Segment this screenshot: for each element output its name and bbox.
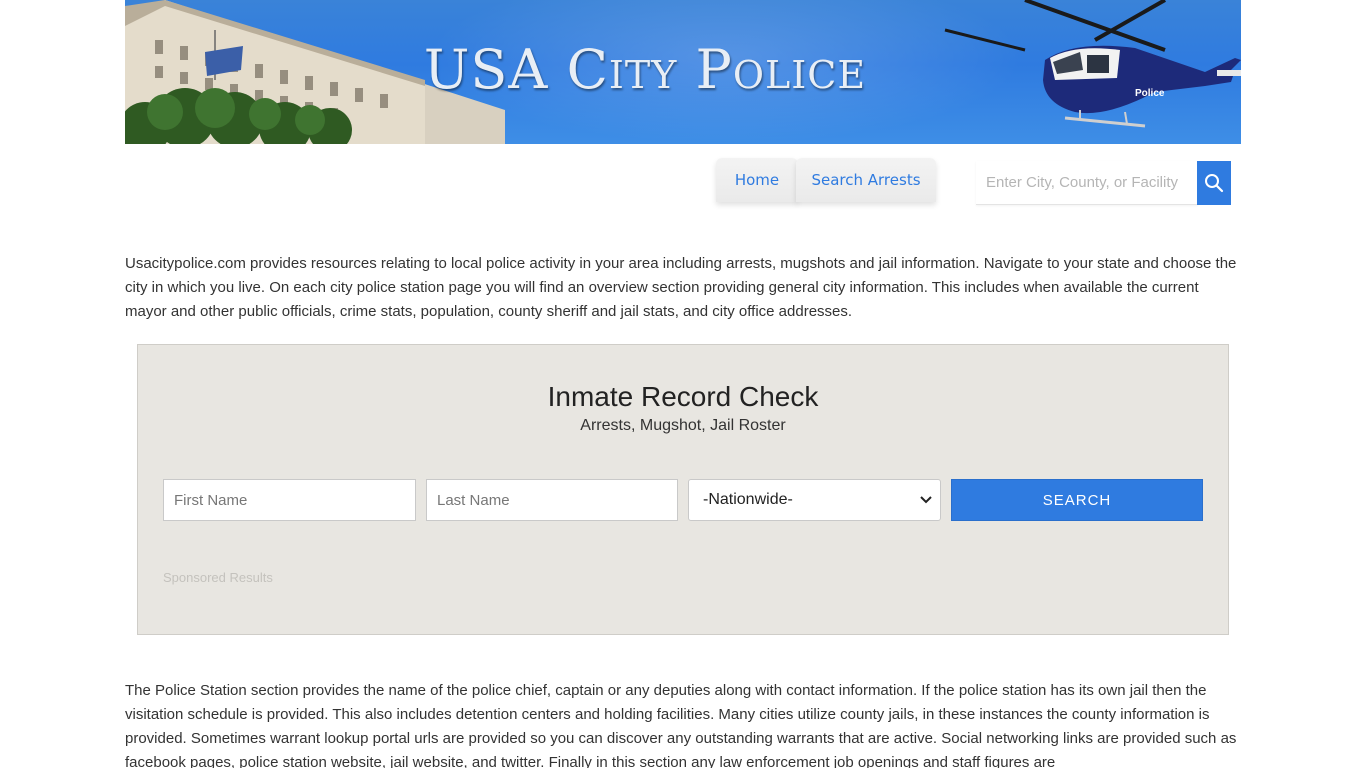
header-banner: USA City Police Police: [125, 0, 1241, 144]
inmate-search-button[interactable]: Search: [951, 479, 1203, 521]
state-select[interactable]: -Nationwide-: [688, 479, 941, 521]
first-name-input[interactable]: [163, 479, 416, 521]
sponsored-results-label: Sponsored Results: [163, 570, 273, 585]
inmate-subtitle: Arrests, Mugshot, Jail Roster: [580, 417, 786, 434]
nav-search-arrests[interactable]: Search Arrests: [796, 158, 936, 202]
inmate-title: Inmate Record Check: [547, 381, 819, 412]
last-name-input[interactable]: [426, 479, 678, 521]
intro-paragraph: Usacitypolice.com provides resources rel…: [125, 255, 1237, 320]
location-search-input[interactable]: [976, 161, 1198, 205]
search-button[interactable]: [1197, 161, 1231, 205]
helicopter-image: Police: [944, 0, 1241, 128]
search-icon: [1205, 174, 1224, 193]
inmate-record-panel: Inmate Record Check Arrests, Mugshot, Ja…: [137, 344, 1229, 635]
nav-home[interactable]: Home: [716, 158, 798, 202]
state-select-value: -Nationwide-: [703, 491, 793, 508]
chevron-down-icon: [920, 496, 932, 504]
police-section-paragraph: The Police Station section provides the …: [125, 682, 1237, 768]
helicopter-label: Police: [1135, 88, 1165, 99]
site-title: USA City Police: [423, 38, 867, 101]
